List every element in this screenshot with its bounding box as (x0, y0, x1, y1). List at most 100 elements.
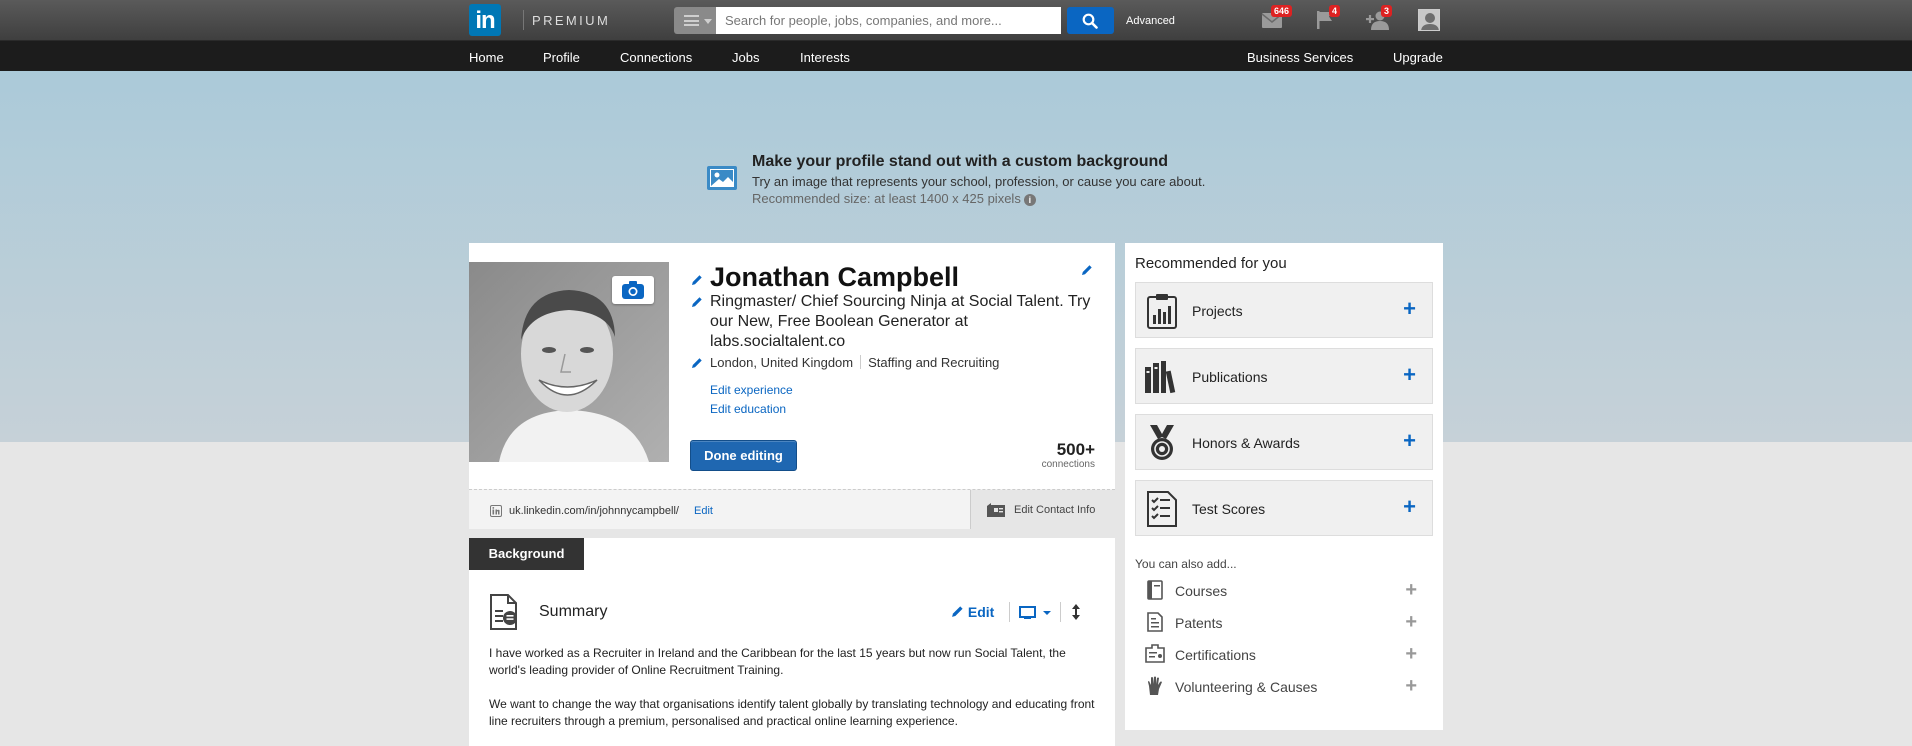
profile-photo[interactable] (469, 262, 669, 462)
top-bar: in PREMIUM Advanced 646 4 3 (0, 0, 1912, 41)
edit-intro-pencil-icon[interactable] (1081, 264, 1093, 276)
nav-interests[interactable]: Interests (800, 50, 850, 65)
profile-name: Jonathan Campbell (710, 262, 960, 292)
add-item-patents[interactable]: Patents + (1135, 611, 1433, 633)
add-item-certifications[interactable]: Certifications + (1135, 643, 1433, 665)
profile-headline: Ringmaster/ Chief Sourcing Ninja at Soci… (710, 293, 1091, 350)
plus-icon[interactable]: + (1403, 430, 1416, 452)
background-tab[interactable]: Background (469, 538, 584, 570)
search-category-dropdown[interactable] (674, 7, 716, 34)
add-item-label: Certifications (1175, 647, 1256, 663)
summary-paragraph-2: We want to change the way that organisat… (489, 697, 1095, 728)
patent-doc-icon (1147, 612, 1163, 632)
account-avatar[interactable] (1418, 9, 1440, 31)
profile-card-footer: uk.linkedin.com/in/johnnycampbell/ Edit … (469, 489, 1115, 529)
plus-icon[interactable]: + (1403, 298, 1416, 320)
recommended-title: Recommended for you (1135, 255, 1287, 272)
medal-icon (1150, 425, 1174, 460)
profile-card: Jonathan Campbell Ringmaster/ Chief Sour… (469, 243, 1115, 529)
nav-home[interactable]: Home (469, 50, 504, 65)
nav-jobs[interactable]: Jobs (732, 50, 759, 65)
connections-count[interactable]: 500+ (1057, 440, 1095, 460)
profile-location: London, United Kingdom (710, 355, 854, 370)
connections-label: connections (1041, 459, 1095, 470)
search-input[interactable] (716, 7, 1061, 34)
messages-badge: 646 (1271, 5, 1293, 17)
recommended-item-label: Publications (1192, 369, 1268, 385)
linkedin-logo[interactable]: in (469, 4, 501, 36)
public-profile-url[interactable]: uk.linkedin.com/in/johnnycampbell/ (509, 505, 679, 517)
edit-url-link[interactable]: Edit (694, 505, 713, 517)
plus-icon[interactable]: + (1405, 676, 1417, 696)
logo-divider (523, 10, 524, 30)
summary-edit-label: Edit (967, 604, 995, 620)
plus-icon[interactable]: + (1405, 580, 1417, 600)
recommended-item-label: Projects (1192, 303, 1243, 319)
edit-experience-link[interactable]: Edit experience (710, 383, 793, 397)
search-button[interactable] (1067, 7, 1114, 34)
clipboard-icon (1147, 294, 1177, 329)
linkedin-small-icon (490, 505, 502, 517)
menu-icon (684, 15, 699, 26)
invitations-button[interactable]: 3 (1366, 5, 1393, 31)
summary-text: I have worked as a Recruiter in Ireland … (489, 645, 1099, 730)
nav-profile[interactable]: Profile (543, 50, 580, 65)
nav-upgrade[interactable]: Upgrade (1393, 50, 1443, 65)
course-book-icon (1147, 580, 1163, 600)
add-item-label: Patents (1175, 615, 1223, 631)
checklist-icon (1147, 491, 1177, 527)
edit-location-pencil-icon[interactable] (691, 357, 703, 369)
background-prompt-title[interactable]: Make your profile stand out with a custo… (752, 153, 1168, 171)
summary-edit-button[interactable]: Edit (951, 604, 994, 620)
recommended-item-projects[interactable]: Projects + (1135, 282, 1433, 338)
books-icon (1145, 361, 1176, 394)
add-item-courses[interactable]: Courses + (1135, 579, 1433, 601)
add-item-volunteering[interactable]: Volunteering & Causes + (1135, 675, 1433, 697)
chevron-down-icon (704, 19, 712, 24)
add-media-dropdown-icon[interactable] (1019, 605, 1055, 621)
nav-connections[interactable]: Connections (620, 50, 692, 65)
contact-card-icon (987, 503, 1005, 517)
add-item-label: Courses (1175, 583, 1228, 599)
edit-education-link[interactable]: Edit education (710, 402, 786, 416)
plus-icon[interactable]: + (1405, 644, 1417, 664)
size-hint-text: Recommended size: at least 1400 x 425 pi… (752, 191, 1021, 206)
plus-icon[interactable]: + (1403, 364, 1416, 386)
background-section: Background Summary Edit I have worked as… (469, 538, 1115, 746)
done-editing-button[interactable]: Done editing (690, 440, 797, 471)
nav-business-services[interactable]: Business Services (1247, 50, 1353, 65)
certificate-icon (1145, 644, 1165, 663)
edit-headline-pencil-icon[interactable] (691, 296, 703, 308)
notifications-button[interactable]: 4 (1315, 5, 1341, 31)
edit-contact-info-button[interactable]: Edit Contact Info (970, 490, 1115, 529)
advanced-search-link[interactable]: Advanced (1126, 15, 1175, 27)
pencil-icon (952, 606, 963, 617)
add-item-label: Volunteering & Causes (1175, 679, 1318, 695)
notifications-badge: 4 (1329, 5, 1341, 17)
reorder-arrows-icon[interactable] (1071, 604, 1081, 620)
recommended-item-honors-awards[interactable]: Honors & Awards + (1135, 414, 1433, 470)
plus-icon[interactable]: + (1405, 612, 1417, 632)
search-icon (1082, 13, 1098, 29)
recommended-item-publications[interactable]: Publications + (1135, 348, 1433, 404)
also-add-title: You can also add... (1135, 557, 1237, 571)
hand-icon (1148, 676, 1162, 695)
controls-divider (1009, 602, 1010, 622)
background-size-hint: Recommended size: at least 1400 x 425 pi… (752, 191, 1036, 206)
location-industry-row: London, United Kingdom Staffing and Recru… (710, 355, 999, 370)
recommended-item-label: Test Scores (1192, 501, 1266, 517)
plus-icon[interactable]: + (1403, 496, 1416, 518)
messages-button[interactable]: 646 (1261, 5, 1293, 31)
avatar-image (1419, 10, 1439, 30)
recommended-item-test-scores[interactable]: Test Scores + (1135, 480, 1433, 536)
premium-label: PREMIUM (532, 13, 611, 28)
summary-title: Summary (539, 603, 608, 620)
main-nav: Home Profile Connections Jobs Interests … (0, 41, 1912, 71)
profile-industry: Staffing and Recruiting (868, 355, 1000, 370)
summary-document-icon (490, 594, 517, 630)
location-divider (860, 355, 862, 369)
edit-name-pencil-icon[interactable] (691, 274, 703, 286)
info-icon[interactable]: i (1023, 194, 1036, 206)
image-icon[interactable] (707, 166, 737, 190)
change-photo-button[interactable] (612, 276, 654, 304)
